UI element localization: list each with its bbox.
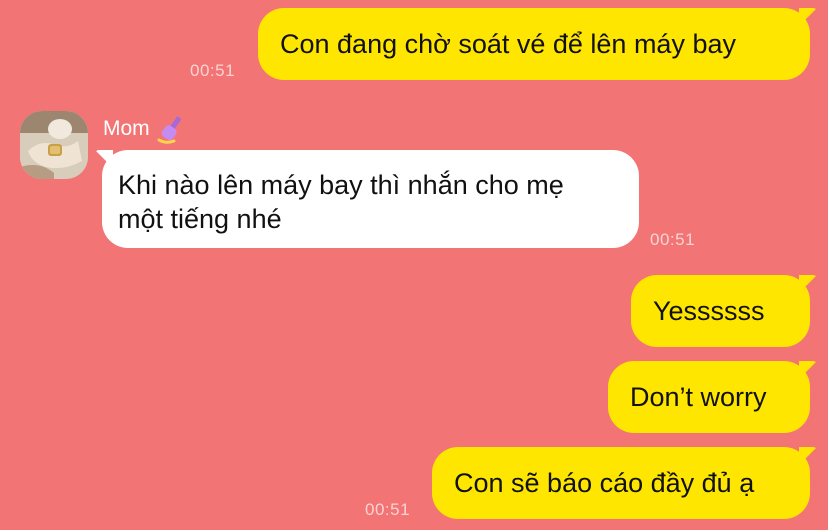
message-timestamp: 00:51	[190, 61, 236, 80]
message-timestamp: 00:51	[365, 500, 411, 519]
outgoing-message-bubble[interactable]: Con đang chờ soát vé để lên máy bay	[258, 8, 810, 80]
avatar[interactable]	[20, 111, 88, 179]
message-text: Con đang chờ soát vé để lên máy bay	[280, 29, 736, 59]
message-text: Con sẽ báo cáo đầy đủ ạ	[454, 468, 755, 498]
message-text: Don’t worry	[630, 382, 767, 412]
nail-polish-icon	[157, 116, 181, 144]
message-timestamp: 00:51	[650, 230, 696, 249]
message-text-line: Khi nào lên máy bay thì nhắn cho mẹ	[118, 170, 564, 200]
sender-name-text: Mom	[103, 117, 150, 140]
outgoing-message-bubble[interactable]: Don’t worry	[608, 361, 810, 433]
incoming-message-bubble[interactable]: Khi nào lên máy bay thì nhắn cho mẹ một …	[102, 150, 639, 248]
avatar-photo	[20, 111, 88, 179]
outgoing-message-bubble[interactable]: Yessssss	[631, 275, 810, 347]
outgoing-message-bubble[interactable]: Con sẽ báo cáo đầy đủ ạ	[432, 447, 810, 519]
message-text: Yessssss	[653, 296, 765, 326]
message-text-line: một tiếng nhé	[118, 204, 282, 234]
sender-name: Mom	[103, 114, 186, 144]
